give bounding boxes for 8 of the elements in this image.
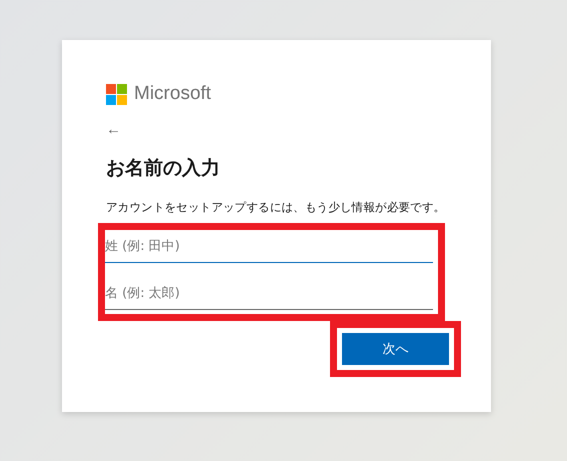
name-input-field[interactable]: 姓 (例: 田中) — [105, 230, 433, 263]
windows-logo-icon — [106, 84, 127, 104]
page-title: お名前の入力 — [106, 156, 221, 181]
description-text: アカウントをセットアップするには、もう少し情報が必要です。 — [106, 199, 446, 215]
brand-name: Microsoft — [134, 83, 212, 105]
back-button[interactable]: ← — [106, 121, 121, 139]
next-button[interactable]: 次へ — [342, 333, 449, 365]
name-input-field[interactable]: 名 (例: 太郎) — [105, 277, 433, 310]
